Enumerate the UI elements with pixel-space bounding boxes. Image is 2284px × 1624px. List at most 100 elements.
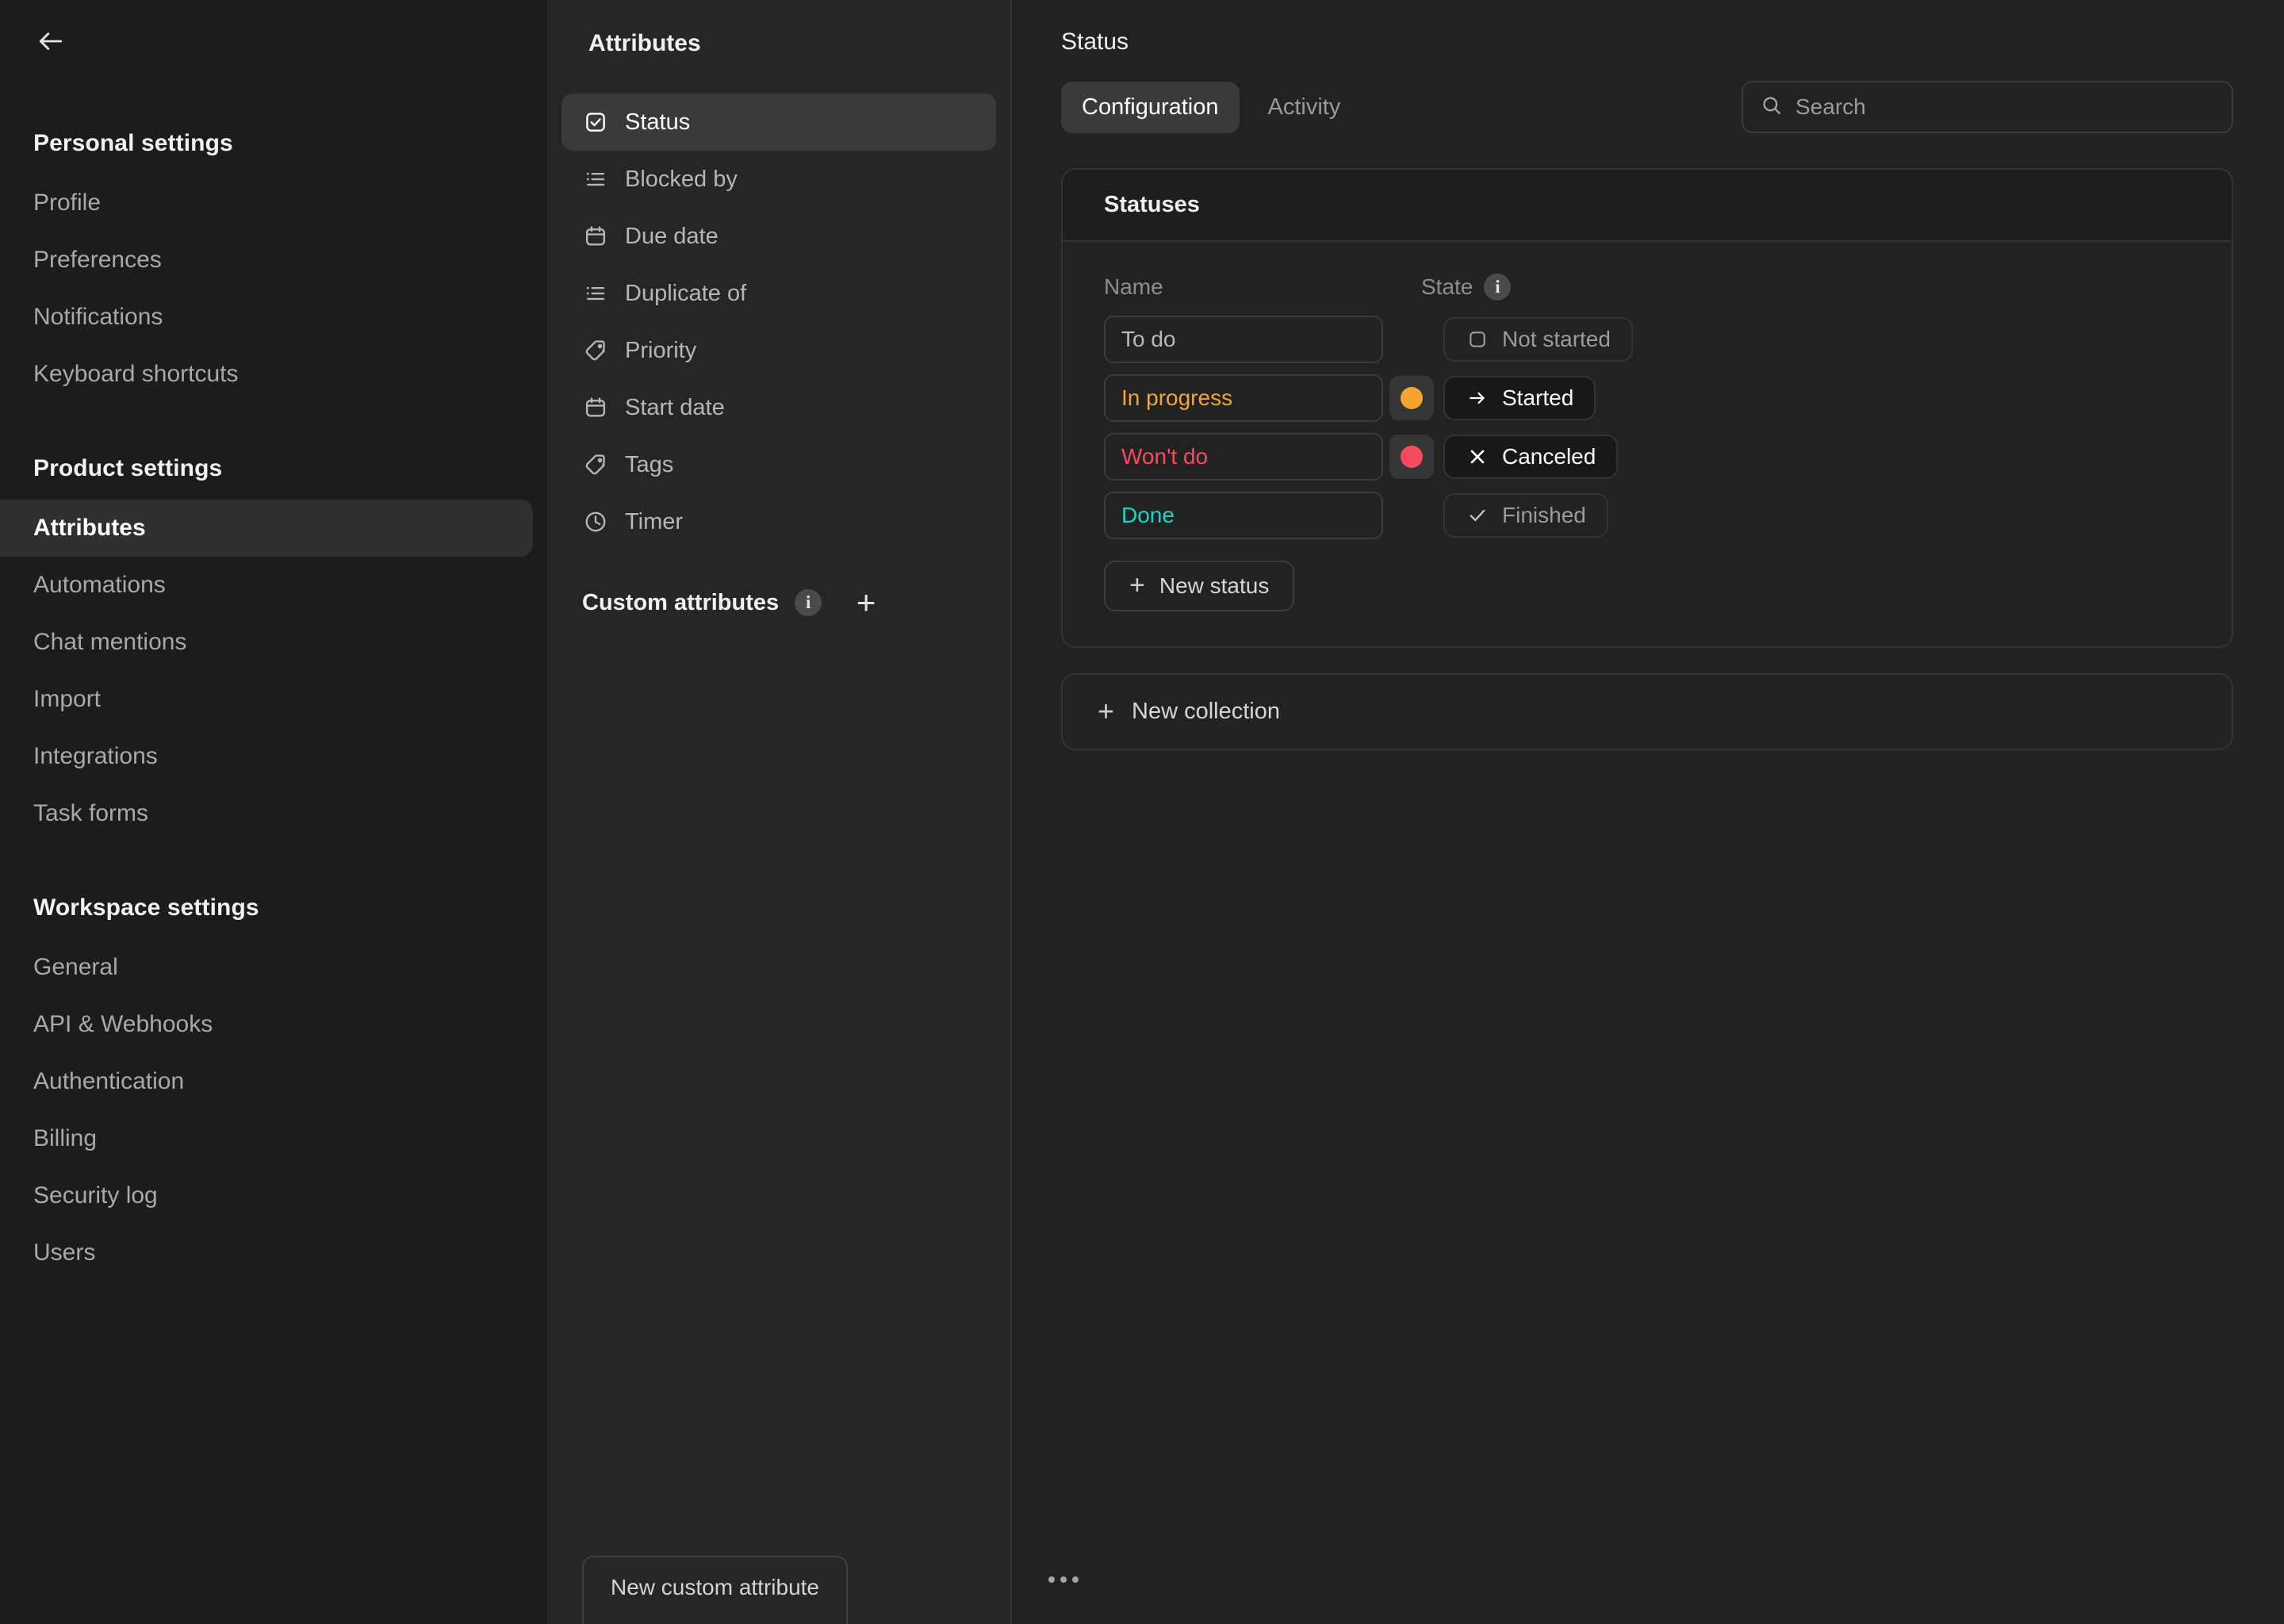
tag-icon — [582, 451, 609, 478]
sidebar-item-label: Task forms — [33, 800, 149, 826]
main-content: Status Configuration Activity Statuses N… — [1012, 0, 2284, 1624]
settings-window: Personal settings Profile Preferences No… — [0, 0, 2284, 1624]
sidebar-item-attributes[interactable]: Attributes — [0, 500, 533, 557]
tab-configuration[interactable]: Configuration — [1061, 81, 1240, 133]
attribute-item-label: Timer — [625, 508, 684, 534]
calendar-icon — [582, 223, 609, 250]
status-name-input[interactable]: In progress — [1104, 374, 1383, 422]
attribute-item-duplicate-of[interactable]: Duplicate of — [561, 265, 996, 322]
status-state-badge-finished[interactable]: Finished — [1443, 493, 1608, 538]
sidebar-item-notifications[interactable]: Notifications — [0, 289, 547, 346]
status-state-badge-canceled[interactable]: Canceled — [1443, 435, 1619, 479]
status-name-input[interactable]: Won't do — [1104, 433, 1383, 481]
table-row: Won't do Canceled — [1104, 432, 2190, 481]
attribute-item-priority[interactable]: Priority — [561, 322, 996, 379]
sidebar-item-general[interactable]: General — [0, 939, 547, 996]
status-name-value: Done — [1121, 503, 1175, 527]
sidebar-item-label: Notifications — [33, 304, 163, 330]
new-custom-attribute-button[interactable]: New custom attribute — [582, 1556, 848, 1624]
arrow-right-icon — [1466, 386, 1489, 410]
sidebar-group-title-product: Product settings — [33, 455, 223, 481]
sidebar-item-label: Import — [33, 686, 102, 712]
search-input[interactable] — [1795, 94, 2214, 120]
arrow-left-icon — [36, 26, 66, 56]
sidebar-item-authentication[interactable]: Authentication — [0, 1053, 547, 1110]
new-collection-label: New collection — [1132, 699, 1281, 724]
sidebar-item-keyboard-shortcuts[interactable]: Keyboard shortcuts — [0, 346, 547, 403]
sidebar-item-billing[interactable]: Billing — [0, 1110, 547, 1167]
sidebar-item-security-log[interactable]: Security log — [0, 1167, 547, 1224]
sidebar-item-label: Billing — [33, 1125, 98, 1151]
attribute-item-start-date[interactable]: Start date — [561, 379, 996, 436]
sidebar-item-import[interactable]: Import — [0, 671, 547, 728]
status-state-label: Not started — [1502, 327, 1611, 351]
status-color-swatch[interactable] — [1389, 435, 1434, 479]
page-title: Status — [1061, 29, 1129, 55]
sidebar-item-profile[interactable]: Profile — [0, 174, 547, 232]
attribute-item-blocked-by[interactable]: Blocked by — [561, 151, 996, 208]
color-dot-red — [1401, 446, 1423, 468]
attribute-item-label: Blocked by — [625, 166, 738, 192]
plus-icon[interactable]: + — [849, 585, 883, 620]
check-icon — [1466, 504, 1489, 527]
status-state-badge-not-started[interactable]: Not started — [1443, 317, 1633, 362]
bullet-list-icon — [582, 280, 609, 307]
ellipsis-icon — [1048, 1576, 1055, 1583]
status-name-input[interactable]: Done — [1104, 492, 1383, 539]
attributes-panel: Attributes Status Blocked by Due date Du… — [547, 0, 1012, 1624]
column-header-name: Name — [1104, 274, 1163, 299]
sidebar-item-integrations[interactable]: Integrations — [0, 728, 547, 785]
sidebar-item-chat-mentions[interactable]: Chat mentions — [0, 614, 547, 671]
x-icon — [1466, 445, 1489, 469]
new-collection-button[interactable]: + New collection — [1061, 673, 2233, 750]
new-status-button[interactable]: + New status — [1104, 561, 1295, 611]
sidebar-item-label: Keyboard shortcuts — [33, 361, 239, 387]
info-icon[interactable]: i — [795, 589, 822, 616]
sidebar-item-preferences[interactable]: Preferences — [0, 232, 547, 289]
search-icon — [1761, 94, 1783, 121]
attribute-item-status[interactable]: Status — [561, 94, 996, 151]
calendar-icon — [582, 394, 609, 421]
attribute-item-label: Duplicate of — [625, 280, 747, 306]
clock-icon — [582, 508, 609, 535]
tag-icon — [582, 337, 609, 364]
info-icon[interactable]: i — [1484, 274, 1512, 301]
sidebar-item-label: API & Webhooks — [33, 1011, 213, 1037]
status-name-input[interactable]: To do — [1104, 316, 1383, 363]
table-row: Done Finished — [1104, 491, 2190, 540]
plus-icon: + — [1129, 570, 1145, 601]
custom-attributes-header: Custom attributes i + — [547, 585, 1010, 620]
overflow-menu-button[interactable] — [1048, 1564, 1093, 1595]
sidebar-item-task-forms[interactable]: Task forms — [0, 785, 547, 842]
statuses-column-headers: Name State i — [1104, 266, 2190, 308]
custom-attributes-label: Custom attributes — [582, 589, 780, 615]
status-name-value: To do — [1121, 327, 1176, 351]
sidebar-item-automations[interactable]: Automations — [0, 557, 547, 614]
attribute-item-label: Priority — [625, 337, 697, 363]
back-button[interactable] — [27, 17, 75, 65]
color-dot-orange — [1401, 387, 1423, 409]
column-header-state-wrap: State i — [1421, 274, 1512, 301]
attribute-item-timer[interactable]: Timer — [561, 493, 996, 550]
status-state-label: Canceled — [1502, 444, 1596, 469]
attribute-item-due-date[interactable]: Due date — [561, 208, 996, 265]
statuses-card: Statuses Name State i To do Not started … — [1061, 168, 2233, 648]
left-sidebar: Personal settings Profile Preferences No… — [0, 0, 547, 1624]
attributes-list: Status Blocked by Due date Duplicate of … — [547, 94, 1010, 550]
status-state-label: Finished — [1502, 503, 1586, 527]
checkbox-check-icon — [582, 109, 609, 136]
status-state-badge-started[interactable]: Started — [1443, 376, 1596, 420]
search-box[interactable] — [1742, 81, 2233, 133]
sidebar-item-users[interactable]: Users — [0, 1224, 547, 1281]
main-toolbar: Configuration Activity — [1061, 79, 2284, 135]
tab-activity[interactable]: Activity — [1247, 82, 1362, 133]
bullet-list-icon — [582, 166, 609, 193]
sidebar-item-api-webhooks[interactable]: API & Webhooks — [0, 996, 547, 1053]
sidebar-item-label: General — [33, 954, 118, 980]
attribute-item-tags[interactable]: Tags — [561, 436, 996, 493]
sidebar-item-label: Chat mentions — [33, 629, 187, 655]
status-name-value: In progress — [1121, 385, 1233, 410]
attribute-item-label: Status — [625, 109, 691, 135]
status-color-swatch[interactable] — [1389, 376, 1434, 420]
sidebar-item-label: Profile — [33, 190, 102, 216]
